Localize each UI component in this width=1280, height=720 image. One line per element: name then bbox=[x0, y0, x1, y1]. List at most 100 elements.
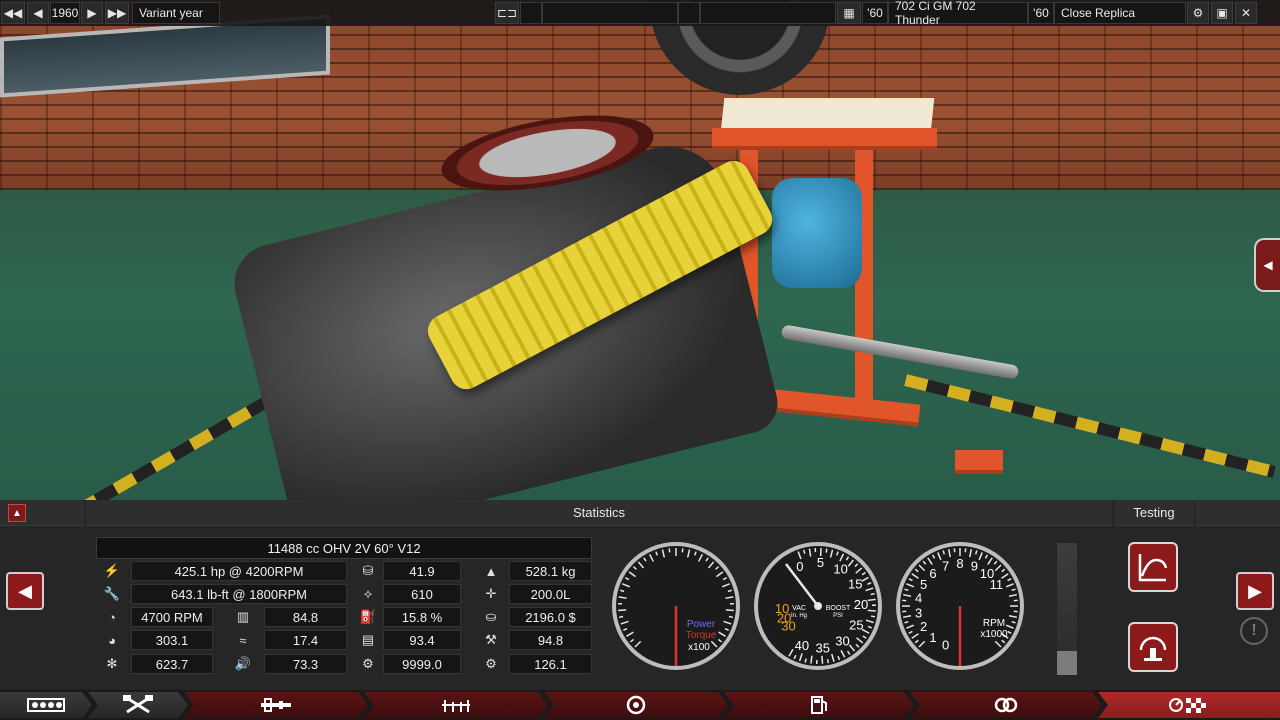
gauge-tick bbox=[810, 655, 813, 664]
camshaft-icon bbox=[259, 697, 293, 713]
gauge-tick bbox=[870, 615, 876, 618]
gauge-tick bbox=[618, 609, 627, 612]
variant-year-label: Variant year bbox=[132, 2, 220, 24]
turbo-icon bbox=[625, 695, 647, 715]
gauge-tick bbox=[867, 609, 876, 612]
gauge-lever-icon bbox=[1139, 636, 1167, 661]
stat-col3-row2: 610 bbox=[383, 584, 461, 604]
statistics-title: Statistics bbox=[86, 500, 1112, 526]
car-icon[interactable]: ⊏⊐ bbox=[495, 2, 519, 24]
model-field[interactable] bbox=[542, 2, 678, 24]
stat-col3-row5: 9999.0 bbox=[383, 654, 461, 674]
rpm-label: RPM bbox=[983, 618, 1005, 629]
rpm-tick-label: 9 bbox=[971, 559, 978, 574]
stat-size: 200.0L bbox=[509, 584, 592, 604]
engine-family-name[interactable]: 702 Ci GM 702 Thunder bbox=[888, 0, 1028, 27]
torque-label: Torque bbox=[686, 630, 717, 641]
cooling-icon: ✻ bbox=[106, 656, 118, 671]
engine-variant-year: '60 bbox=[1028, 2, 1054, 24]
nav-testing-icon[interactable] bbox=[1098, 692, 1280, 718]
year-field[interactable]: 1960 bbox=[50, 2, 80, 24]
nav-fuel-icon[interactable] bbox=[724, 692, 914, 718]
nav-top-end-icon[interactable] bbox=[184, 692, 368, 718]
vac-label: VAC bbox=[792, 605, 806, 612]
intake-manifold-icon bbox=[440, 697, 472, 713]
smoothness-icon: ▥ bbox=[236, 609, 250, 624]
nav-aspiration-icon[interactable] bbox=[364, 692, 548, 718]
rewind-icon[interactable]: ◀◀ bbox=[1, 2, 25, 24]
boost-tick-label: 40 bbox=[795, 638, 809, 653]
stat-max-rpm: 4700 RPM bbox=[131, 607, 213, 627]
speaker-icon: 🔊 bbox=[234, 656, 252, 671]
rpm-tick-label: 5 bbox=[920, 577, 927, 592]
collapse-panel-button[interactable]: ▲ bbox=[8, 504, 26, 522]
stat-noise: 73.3 bbox=[264, 654, 347, 674]
production-units-icon: ⚒ bbox=[485, 632, 497, 647]
boost-tick-label: 20 bbox=[854, 597, 868, 612]
gauge-tick bbox=[728, 615, 734, 619]
gauge-tick bbox=[870, 592, 875, 596]
side-panel-toggle[interactable]: ◀ bbox=[1254, 238, 1280, 292]
prev-page-button[interactable]: ◀ bbox=[6, 572, 44, 610]
fuel-economy-icon: ⟡ bbox=[363, 586, 373, 601]
prev-year-button[interactable]: ◀ bbox=[27, 2, 49, 24]
close-icon[interactable]: ✕ bbox=[1235, 2, 1257, 24]
cost-icon: ⛀ bbox=[485, 609, 497, 624]
nav-bottom-end-icon[interactable] bbox=[88, 692, 188, 718]
engine-variant-name[interactable]: Close Replica bbox=[1054, 2, 1186, 24]
responsiveness-icon: ◕ bbox=[108, 632, 116, 648]
boost-tick-label: 35 bbox=[816, 641, 830, 656]
trim-field[interactable] bbox=[700, 2, 836, 24]
stat-smoothness: 84.8 bbox=[264, 607, 347, 627]
service-cost-icon: ⚙ bbox=[485, 656, 497, 671]
gauge-tick bbox=[867, 598, 876, 602]
gauge-tick bbox=[825, 548, 828, 553]
empty-slot bbox=[520, 2, 542, 24]
testing-title: Testing bbox=[1114, 500, 1194, 526]
next-page-button[interactable]: ▶ bbox=[1236, 572, 1274, 610]
stat-service-cost: 126.1 bbox=[509, 654, 592, 674]
engine-block-icon bbox=[26, 696, 66, 714]
test-drive-button[interactable] bbox=[1128, 622, 1178, 672]
power-scale-label: x100 bbox=[688, 642, 710, 653]
settings-gear-icon[interactable]: ⚙ bbox=[1187, 2, 1209, 24]
engine-list-icon[interactable]: ▦ bbox=[837, 2, 861, 24]
rpm-tick-label: 0 bbox=[942, 637, 949, 652]
save-icon[interactable]: ▣ bbox=[1211, 2, 1233, 24]
stat-emissions: 17.4 bbox=[264, 630, 347, 650]
gauge-tick bbox=[618, 615, 624, 619]
emissions-icon: ≈ bbox=[239, 632, 247, 648]
dyno-graph-button[interactable] bbox=[1128, 542, 1178, 592]
gauge-tick bbox=[619, 589, 625, 593]
power-torque-gauge: Power Torque x100 bbox=[610, 540, 742, 672]
engine-viewport[interactable] bbox=[0, 0, 1280, 500]
nav-exhaust-icon[interactable] bbox=[910, 692, 1102, 718]
fuel-pump-nav-icon bbox=[809, 695, 829, 715]
vacuum-tick-label: 30 bbox=[781, 619, 795, 634]
boost-vacuum-gauge: 0 5 10 15 20 25 30 35 40 10 20 30 VAC In. Hg BOOST… bbox=[752, 540, 884, 672]
fast-forward-icon[interactable]: ▶▶ bbox=[105, 2, 129, 24]
speedometer-checkered-icon bbox=[1169, 698, 1206, 713]
help-icon[interactable]: ! bbox=[1240, 617, 1268, 645]
next-year-button[interactable]: ▶ bbox=[81, 2, 103, 24]
bottom-navigation bbox=[0, 690, 1280, 720]
boost-label: BOOST bbox=[826, 605, 851, 612]
stat-power: 425.1 hp @ 4200RPM bbox=[131, 561, 347, 581]
throttle-bar[interactable] bbox=[1057, 543, 1077, 675]
rpm-gauge: 0 1 2 3 4 5 6 7 8 9 10 11 RPM x1000 bbox=[894, 540, 1026, 672]
nav-block-icon[interactable] bbox=[0, 692, 92, 718]
stat-torque: 643.1 lb-ft @ 1800RPM bbox=[131, 584, 347, 604]
empty-slot bbox=[678, 2, 700, 24]
stat-production-units: 94.8 bbox=[509, 630, 592, 650]
weight-icon: ▲ bbox=[484, 563, 498, 579]
dynamometer bbox=[772, 178, 862, 288]
boost-tick-label: 25 bbox=[849, 617, 863, 632]
nav-turbo-icon[interactable] bbox=[544, 692, 728, 718]
fuel-can-icon: ▤ bbox=[361, 632, 375, 647]
power-label: Power bbox=[687, 619, 716, 630]
rpm-gauge-icon: ◔ bbox=[108, 609, 116, 625]
reliability-icon: ⚙ bbox=[362, 656, 374, 671]
rpm-scale-label: x1000 bbox=[980, 629, 1008, 640]
rpm-tick-label: 8 bbox=[956, 556, 963, 571]
fuel-pump-icon: ⛽ bbox=[359, 609, 377, 624]
